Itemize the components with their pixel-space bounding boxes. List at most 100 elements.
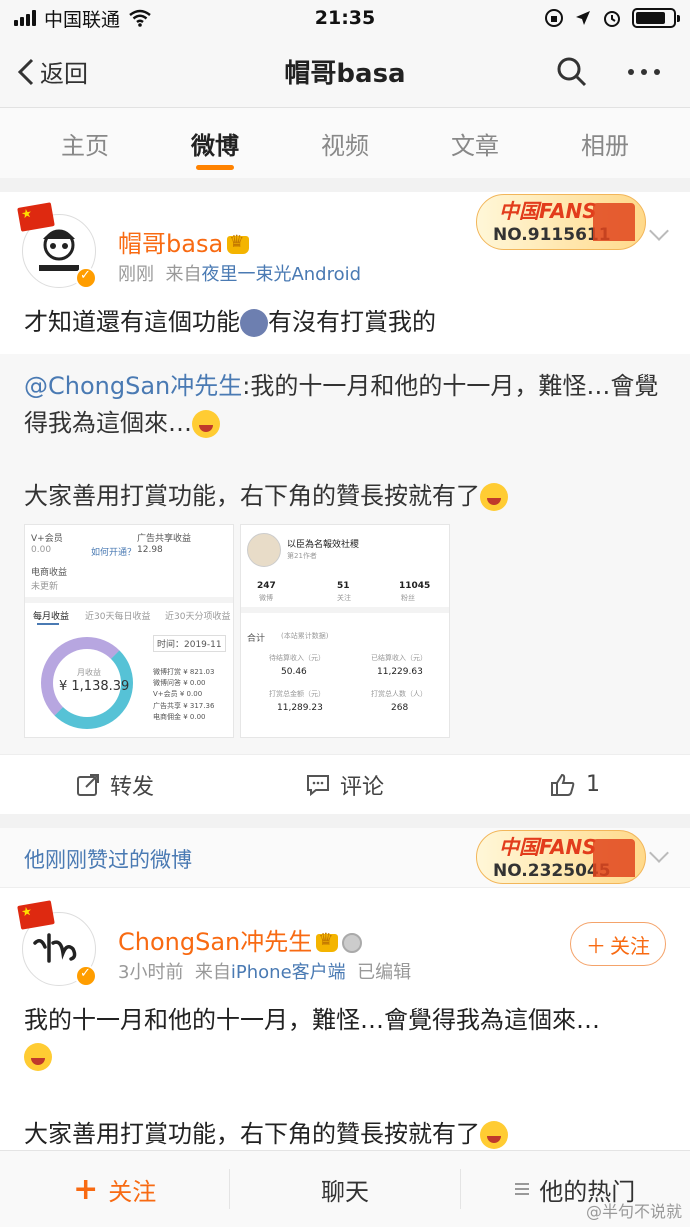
profile-name: 以臣為名報效社稷: [287, 540, 360, 550]
crown-icon: [316, 930, 339, 952]
nav-bar: 返回 帽哥basa: [0, 36, 690, 108]
laugh-emoji-icon: [24, 1043, 52, 1071]
post-text: 我的十一月和他的十一月，難怪…會覺得我為這個來…: [24, 1002, 674, 1074]
signal-icon: [14, 10, 36, 26]
edited-label: 已编辑: [357, 962, 412, 983]
repost-text: @ChongSan冲先生:我的十一月和他的十一月，難怪…會覺得我為這個來…: [24, 368, 664, 442]
profile-sub: 第21作者: [287, 552, 317, 560]
fans-badge[interactable]: 中国FANS NO.2325045: [476, 830, 646, 884]
back-button[interactable]: 返回: [0, 54, 88, 89]
cell-value: 268: [391, 703, 409, 713]
status-left: 中国联通: [14, 5, 152, 32]
vip-value: 0.00: [31, 545, 52, 555]
chat-label: 聊天: [320, 1177, 369, 1206]
vip-label: V+会员: [31, 534, 63, 544]
follow-bottom-label: 关注: [108, 1177, 157, 1206]
liked-post-card[interactable]: ChongSan冲先生 3小时前 来自iPhone客户端 已编辑 ＋关注 我的十…: [0, 888, 690, 1150]
location-icon: [576, 11, 590, 25]
plus-icon: +: [73, 1171, 99, 1207]
cell-label: 待结算收入（元）: [269, 654, 325, 662]
ad-label: 广告共享收益: [137, 534, 192, 544]
month-select: 时间：2019-11: [153, 635, 226, 652]
follow-bottom-button[interactable]: + 关注: [0, 1169, 229, 1209]
repost-block[interactable]: @ChongSan冲先生:我的十一月和他的十一月，難怪…會覺得我為這個來… 大家…: [0, 354, 690, 754]
cell-value: 11,229.63: [377, 667, 423, 677]
stat-value: 11045: [399, 581, 431, 591]
avatar[interactable]: [17, 900, 97, 987]
cell-label: 已结算收入（元）: [371, 654, 427, 662]
username-text[interactable]: ChongSan冲先生: [118, 928, 312, 956]
fans-badge[interactable]: 中国FANS NO.9115611: [476, 194, 646, 250]
post-text2: 大家善用打賞功能，右下角的贊長按就有了: [24, 1116, 508, 1152]
cell-value: 11,289.23: [277, 703, 323, 713]
post-username[interactable]: ChongSan冲先生: [118, 922, 363, 957]
fans-badge-title: 中国FANS: [499, 835, 597, 859]
carrier-label: 中国联通: [44, 8, 121, 31]
cell-label: 打赏总金额（元）: [269, 690, 325, 698]
tab-30-days: 近30天每日收益: [85, 612, 151, 622]
stat-label: 微博: [259, 594, 273, 602]
repost-label: 转发: [109, 774, 154, 800]
repost-mention[interactable]: @ChongSan冲先生: [24, 372, 242, 400]
repost-body2: 大家善用打賞功能，右下角的贊長按就有了: [24, 482, 480, 510]
legend-item: 电商佣金 ¥ 0.00: [153, 712, 206, 721]
chat-button[interactable]: 聊天: [229, 1169, 459, 1209]
chevron-down-icon[interactable]: [649, 843, 669, 863]
comment-icon: [306, 774, 329, 796]
reward-screenshot[interactable]: 以臣為名報效社稷 第21作者 247 微博 51 关注 11045 粉丝 合计 …: [240, 524, 450, 738]
status-bar: 中国联通 21:35: [0, 0, 690, 36]
donut-label: 月收益: [77, 668, 101, 677]
post-card[interactable]: 帽哥basa 刚刚 来自夜里一束光Android 中国FANS NO.91156…: [0, 192, 690, 814]
chevron-down-icon[interactable]: [649, 221, 669, 241]
liked-section-header: 他刚刚赞过的微博 中国FANS NO.2325045: [0, 828, 690, 888]
ecom-value: 未更新: [31, 582, 59, 592]
comment-label: 评论: [339, 774, 384, 800]
nav-actions: [556, 56, 690, 88]
gate-icon: [593, 839, 635, 877]
cell-label: 打赏总人数（人）: [371, 690, 427, 698]
post-text-line1: 我的十一月和他的十一月，難怪…會覺得我為這個來…: [24, 1006, 600, 1034]
tab-weibo[interactable]: 微博: [181, 108, 249, 178]
plus-icon: ＋: [586, 933, 606, 958]
avatar: [247, 533, 281, 567]
cell-value: 50.46: [281, 667, 307, 677]
username-text[interactable]: 帽哥basa: [118, 230, 223, 258]
post-time: 刚刚: [118, 264, 154, 285]
comment-button[interactable]: 评论: [230, 769, 460, 801]
avatar[interactable]: [17, 202, 97, 289]
more-icon[interactable]: [628, 68, 660, 75]
gate-icon: [593, 203, 635, 241]
profile-tabs: 主页 微博 视频 文章 相册: [0, 108, 690, 178]
like-button[interactable]: 1: [460, 772, 690, 797]
stat-label: 粉丝: [401, 594, 415, 602]
legend-item: 微博打赏 ¥ 821.03: [153, 668, 215, 676]
post-meta: 刚刚 来自夜里一束光Android: [118, 260, 361, 286]
legend-item: 微博问答 ¥ 0.00: [153, 679, 206, 688]
income-screenshot[interactable]: V+会员 0.00 如何开通？ 广告共享收益 12.98 电商收益 未更新 每月…: [24, 524, 234, 738]
liked-label: 他刚刚赞过的微博: [24, 848, 192, 872]
back-chevron-icon: [17, 58, 34, 85]
total-label: 合计: [247, 634, 266, 644]
tab-home[interactable]: 主页: [51, 108, 119, 178]
tab-articles[interactable]: 文章: [441, 108, 509, 178]
legend-item: V+会员 ¥ 0.00: [153, 690, 203, 699]
repost-button[interactable]: 转发: [0, 769, 230, 801]
post-source[interactable]: 夜里一束光Android: [201, 264, 361, 285]
like-icon: [551, 773, 575, 796]
verified-icon: [75, 267, 97, 289]
source-prefix: 来自: [165, 264, 202, 285]
verified-icon: [75, 965, 97, 987]
tab-album[interactable]: 相册: [571, 108, 639, 178]
tab-30-items: 近30天分项收益: [165, 612, 231, 622]
vip-link: 如何开通？: [91, 548, 137, 558]
post-username[interactable]: 帽哥basa: [118, 224, 250, 259]
post-text-part2: 有沒有打賞我的: [268, 308, 436, 336]
legend: 微博打赏 ¥ 821.03 微博问答 ¥ 0.00 V+会员 ¥ 0.00 广告…: [153, 667, 214, 723]
search-icon[interactable]: [556, 56, 588, 88]
follow-button[interactable]: ＋关注: [570, 922, 666, 966]
legend-item: 广告共享 ¥ 317.36: [153, 701, 215, 710]
post-source[interactable]: iPhone客户端: [231, 962, 346, 983]
donut-amount: ¥ 1,138.39: [59, 679, 130, 694]
tab-video[interactable]: 视频: [311, 108, 379, 178]
stat-label: 关注: [337, 594, 351, 602]
